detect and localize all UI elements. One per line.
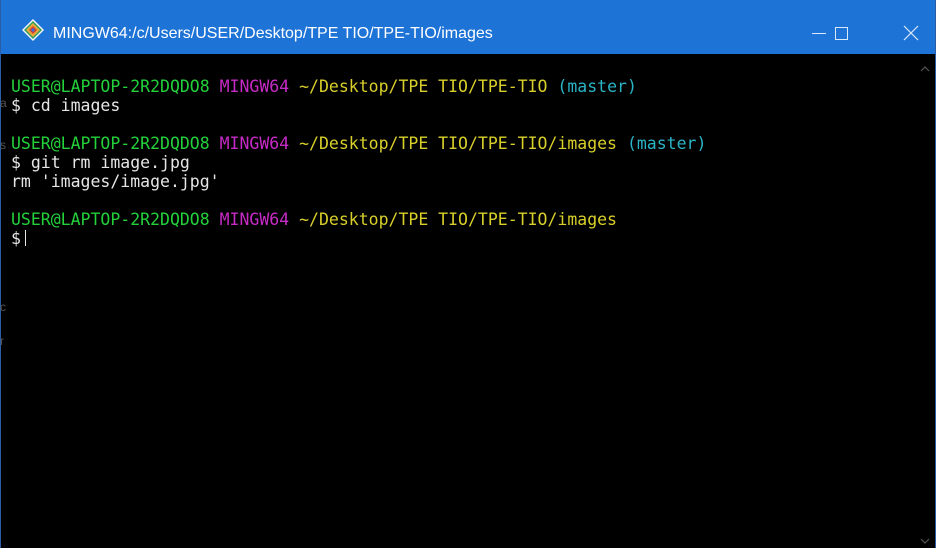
prompt-shell: MINGW64 xyxy=(219,77,290,96)
title-bar[interactable]: MINGW64:/c/Users/USER/Desktop/TPE TIO/TP… xyxy=(1,0,935,54)
scroll-up-arrow-icon[interactable] xyxy=(920,64,930,74)
close-icon xyxy=(903,25,919,41)
prompt-line: USER@LAPTOP-2R2DQDO8 MINGW64 ~/Desktop/T… xyxy=(11,134,919,153)
text-cursor xyxy=(24,230,26,246)
git-bash-icon xyxy=(21,18,45,42)
background-text-fragment: s xyxy=(0,138,6,152)
vertical-scrollbar[interactable] xyxy=(917,54,934,548)
terminal-output[interactable]: USER@LAPTOP-2R2DQDO8 MINGW64 ~/Desktop/T… xyxy=(1,54,919,548)
command-line: $ git rm image.jpg xyxy=(11,153,190,172)
prompt-line: USER@LAPTOP-2R2DQDO8 MINGW64 ~/Desktop/T… xyxy=(11,77,919,96)
prompt-path: ~/Desktop/TPE TIO/TPE-TIO xyxy=(299,77,548,96)
background-text-fragment: r xyxy=(0,334,4,348)
maximize-icon xyxy=(834,26,848,40)
scroll-down-arrow-icon[interactable] xyxy=(920,536,930,546)
output-line: rm 'images/image.jpg' xyxy=(11,172,220,191)
background-text-fragment: c xyxy=(0,300,6,314)
prompt-path: ~/Desktop/TPE TIO/TPE-TIO/images xyxy=(299,134,617,153)
prompt-user: USER@LAPTOP-2R2DQDO8 xyxy=(11,134,210,153)
prompt-line: USER@LAPTOP-2R2DQDO8 MINGW64 ~/Desktop/T… xyxy=(11,210,919,229)
maximize-button[interactable] xyxy=(819,8,863,54)
prompt-user: USER@LAPTOP-2R2DQDO8 xyxy=(11,210,210,229)
prompt-symbol: $ xyxy=(11,229,21,248)
window-title: MINGW64:/c/Users/USER/Desktop/TPE TIO/TP… xyxy=(53,25,493,42)
active-prompt-line[interactable]: $ xyxy=(11,229,919,248)
prompt-shell: MINGW64 xyxy=(219,210,290,229)
close-button[interactable] xyxy=(889,8,933,54)
prompt-branch: (master) xyxy=(626,134,707,153)
prompt-user: USER@LAPTOP-2R2DQDO8 xyxy=(11,77,210,96)
prompt-branch: (master) xyxy=(557,77,637,96)
prompt-path: ~/Desktop/TPE TIO/TPE-TIO/images xyxy=(299,210,617,229)
prompt-shell: MINGW64 xyxy=(219,134,290,153)
command-line: $ cd images xyxy=(11,96,121,115)
terminal-window: MINGW64:/c/Users/USER/Desktop/TPE TIO/TP… xyxy=(0,0,936,548)
background-text-fragment: a xyxy=(0,96,7,110)
